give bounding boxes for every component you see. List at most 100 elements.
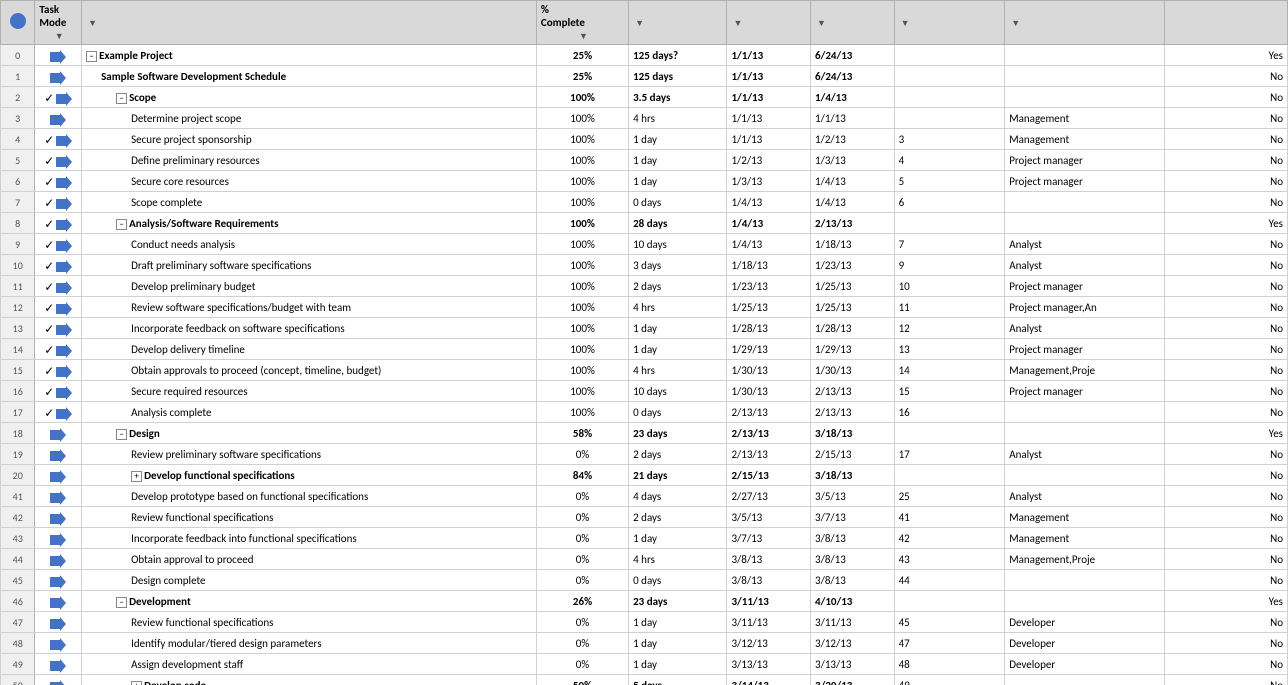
- task-mode-arrow-icon: [50, 614, 66, 631]
- include-status-cell: No: [1165, 297, 1288, 318]
- task-mode-arrow-icon: [56, 383, 72, 400]
- task-name-cell[interactable]: +Develop functional specifications: [82, 465, 537, 486]
- checkmark-icon: ✓: [44, 134, 54, 148]
- task-name-cell[interactable]: Determine project scope: [82, 108, 537, 129]
- task-mode-cell: ✓: [35, 318, 82, 339]
- task-name-cell[interactable]: Review functional specifications: [82, 507, 537, 528]
- expand-icon[interactable]: +: [131, 471, 142, 482]
- finish-cell: 3/20/13: [811, 675, 895, 685]
- task-mode-cell: [35, 507, 82, 528]
- resource-names-cell: Analyst: [1005, 318, 1165, 339]
- collapse-icon[interactable]: −: [116, 219, 127, 230]
- row-number: 47: [1, 612, 35, 633]
- task-name-text: Development: [129, 595, 191, 608]
- table-row: 10✓Draft preliminary software specificat…: [1, 255, 1288, 276]
- duration-cell: 1 day: [629, 654, 727, 675]
- start-cell: 1/1/13: [727, 45, 811, 66]
- table-row: 1Sample Software Development Schedule25%…: [1, 66, 1288, 87]
- row-number: 20: [1, 465, 35, 486]
- header-taskmode[interactable]: Task Mode ▼: [35, 1, 82, 45]
- header-taskname[interactable]: ▼: [82, 1, 537, 45]
- task-name-cell[interactable]: −Analysis/Software Requirements: [82, 213, 537, 234]
- predecessors-cell: 48: [894, 654, 1005, 675]
- task-name-cell[interactable]: Incorporate feedback into functional spe…: [82, 528, 537, 549]
- pct-complete-cell: 25%: [536, 66, 628, 87]
- pct-complete-cell: 0%: [536, 444, 628, 465]
- task-mode-cell: ✓: [35, 234, 82, 255]
- collapse-icon[interactable]: −: [86, 51, 97, 62]
- task-name-cell[interactable]: Identify modular/tiered design parameter…: [82, 633, 537, 654]
- task-name-cell[interactable]: −Example Project: [82, 45, 537, 66]
- task-name-cell[interactable]: Sample Software Development Schedule: [82, 66, 537, 87]
- resource-names-cell: Analyst: [1005, 234, 1165, 255]
- task-name-cell[interactable]: Review preliminary software specificatio…: [82, 444, 537, 465]
- checkmark-icon: ✓: [44, 407, 54, 421]
- header-status[interactable]: [1165, 1, 1288, 45]
- resource-names-cell: Developer: [1005, 654, 1165, 675]
- task-name-cell[interactable]: Develop preliminary budget: [82, 276, 537, 297]
- row-number: 48: [1, 633, 35, 654]
- header-predecessors[interactable]: ▼: [894, 1, 1005, 45]
- task-name-cell[interactable]: −Development: [82, 591, 537, 612]
- task-name-text: Design: [129, 427, 160, 440]
- task-name-cell[interactable]: Define preliminary resources: [82, 150, 537, 171]
- task-mode-cell: ✓: [35, 297, 82, 318]
- duration-cell: 0 days: [629, 570, 727, 591]
- pct-complete-cell: 84%: [536, 465, 628, 486]
- task-mode-arrow-icon: [50, 656, 66, 673]
- duration-cell: 23 days: [629, 591, 727, 612]
- row-number: 8: [1, 213, 35, 234]
- duration-cell: 1 day: [629, 129, 727, 150]
- predecessors-cell: 49: [894, 675, 1005, 685]
- resource-sort-icon: ▼: [1011, 18, 1020, 29]
- resource-names-cell: Management: [1005, 129, 1165, 150]
- duration-cell: 1 day: [629, 171, 727, 192]
- task-name-cell[interactable]: Secure required resources: [82, 381, 537, 402]
- resource-names-cell: Management,Proje: [1005, 360, 1165, 381]
- task-name-cell[interactable]: −Design: [82, 423, 537, 444]
- task-name-cell[interactable]: Conduct needs analysis: [82, 234, 537, 255]
- finish-cell: 1/18/13: [811, 234, 895, 255]
- task-name-cell[interactable]: Secure core resources: [82, 171, 537, 192]
- start-cell: 3/11/13: [727, 591, 811, 612]
- header-pct-label1: %: [541, 3, 549, 16]
- task-name-cell[interactable]: Obtain approval to proceed: [82, 549, 537, 570]
- expand-icon[interactable]: +: [131, 681, 142, 685]
- predecessors-cell: 12: [894, 318, 1005, 339]
- table-row: 44Obtain approval to proceed0%4 hrs3/8/1…: [1, 549, 1288, 570]
- task-name-cell[interactable]: Incorporate feedback on software specifi…: [82, 318, 537, 339]
- task-name-cell[interactable]: −Scope: [82, 87, 537, 108]
- task-name-cell[interactable]: Review software specifications/budget wi…: [82, 297, 537, 318]
- finish-cell: 1/2/13: [811, 129, 895, 150]
- collapse-icon[interactable]: −: [116, 93, 127, 104]
- resource-names-cell: [1005, 66, 1165, 87]
- task-name-cell[interactable]: Develop delivery timeline: [82, 339, 537, 360]
- task-name-cell[interactable]: Draft preliminary software specification…: [82, 255, 537, 276]
- task-name-cell[interactable]: Develop prototype based on functional sp…: [82, 486, 537, 507]
- task-name-text: Example Project: [99, 49, 173, 62]
- header-resource[interactable]: ▼: [1005, 1, 1165, 45]
- task-name-cell[interactable]: Scope complete: [82, 192, 537, 213]
- start-cell: 1/4/13: [727, 192, 811, 213]
- task-name-cell[interactable]: Obtain approvals to proceed (concept, ti…: [82, 360, 537, 381]
- header-start[interactable]: ▼: [727, 1, 811, 45]
- collapse-icon[interactable]: −: [116, 597, 127, 608]
- task-mode-arrow-icon: [56, 299, 72, 316]
- task-name-cell[interactable]: Design complete: [82, 570, 537, 591]
- include-status-cell: No: [1165, 654, 1288, 675]
- row-number: 0: [1, 45, 35, 66]
- task-mode-cell: ✓: [35, 87, 82, 108]
- checkmark-icon: ✓: [44, 281, 54, 295]
- task-name-cell[interactable]: Assign development staff: [82, 654, 537, 675]
- header-finish[interactable]: ▼: [811, 1, 895, 45]
- header-pct[interactable]: % Complete ▼: [536, 1, 628, 45]
- collapse-icon[interactable]: −: [116, 429, 127, 440]
- row-number: 43: [1, 528, 35, 549]
- resource-names-cell: Management,Proje: [1005, 549, 1165, 570]
- task-name-cell[interactable]: Secure project sponsorship: [82, 129, 537, 150]
- header-duration[interactable]: ▼: [629, 1, 727, 45]
- task-name-cell[interactable]: +Develop code: [82, 675, 537, 685]
- predecessors-cell: 25: [894, 486, 1005, 507]
- task-name-cell[interactable]: Analysis complete: [82, 402, 537, 423]
- task-name-cell[interactable]: Review functional specifications: [82, 612, 537, 633]
